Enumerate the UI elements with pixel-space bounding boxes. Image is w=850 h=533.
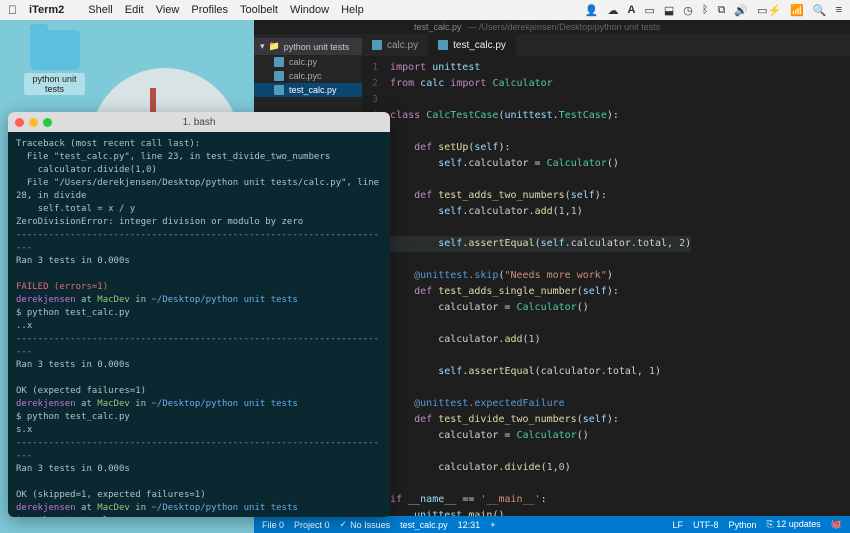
wifi-icon[interactable]: ⧉ — [718, 4, 726, 17]
file-icon — [274, 71, 284, 81]
vscode-window-title: test_calc.py — /Users/derekjensen/Deskto… — [254, 20, 850, 34]
battery-icon[interactable]: ▭⚡ — [757, 4, 781, 17]
bluetooth-icon[interactable]: ᛒ — [702, 4, 709, 16]
menubar-app-name[interactable]: iTerm2 — [29, 4, 64, 16]
status-encoding[interactable]: UTF-8 — [693, 520, 719, 530]
status-position[interactable]: 12:31 — [458, 520, 481, 530]
explorer-file[interactable]: test_calc.py — [254, 83, 362, 97]
menu-help[interactable]: Help — [341, 4, 364, 16]
terminal-titlebar[interactable]: 1. bash — [8, 112, 390, 132]
explorer-root-label: python unit tests — [284, 42, 350, 52]
volume-icon[interactable]: 🔊 — [734, 4, 748, 17]
terminal-body[interactable]: Traceback (most recent call last): File … — [8, 132, 390, 517]
explorer-file-label: calc.pyc — [289, 71, 322, 81]
apple-logo-icon[interactable]:  — [8, 3, 17, 17]
editor-tab[interactable]: calc.py — [362, 34, 428, 56]
add-icon[interactable]: + — [490, 520, 495, 530]
file-icon — [438, 40, 448, 50]
desktop-folder[interactable]: python unit tests — [24, 30, 85, 95]
status-eol[interactable]: LF — [672, 520, 683, 530]
terminal-title: 1. bash — [8, 117, 390, 128]
menu-edit[interactable]: Edit — [125, 4, 144, 16]
editor-code[interactable]: import unittestfrom calc import Calculat… — [386, 56, 691, 516]
menu-shell[interactable]: Shell — [88, 4, 112, 16]
wifi2-icon[interactable]: 📶 — [790, 4, 804, 17]
menubar-status-icons: 👤 ☁︎ A ▭ ⬓ ◷ ᛒ ⧉ 🔊 ▭⚡ 📶 🔍 ≡ — [585, 4, 842, 17]
octocat-icon[interactable]: 🐙 — [831, 519, 842, 530]
explorer-file[interactable]: calc.pyc — [254, 69, 362, 83]
explorer-file-label: calc.py — [289, 57, 317, 67]
status-project[interactable]: Project 0 — [294, 520, 330, 530]
editor-tab[interactable]: test_calc.py — [428, 34, 516, 56]
menu-window[interactable]: Window — [290, 4, 329, 16]
chevron-down-icon: ▾ — [260, 41, 265, 52]
menu-icon[interactable]: ≡ — [836, 4, 842, 16]
status-file-count[interactable]: File 0 — [262, 520, 284, 530]
status-issues[interactable]: No Issues — [350, 520, 390, 530]
window-title-path: — /Users/derekjensen/Desktop/python unit… — [468, 22, 661, 32]
check-icon: ✓ — [340, 519, 348, 530]
menu-view[interactable]: View — [156, 4, 180, 16]
explorer-root[interactable]: ▾ 📁 python unit tests — [254, 38, 362, 55]
tab-label: calc.py — [387, 40, 418, 51]
cloud-icon[interactable]: ☁︎ — [608, 4, 619, 17]
status-updates[interactable]: ⎘ 12 updates — [767, 519, 821, 530]
user-icon[interactable]: 👤 — [585, 4, 599, 17]
folder-icon: 📁 — [269, 41, 280, 52]
display-icon[interactable]: ▭ — [644, 4, 654, 17]
file-icon — [274, 57, 284, 67]
status-language[interactable]: Python — [729, 520, 757, 530]
vscode-statusbar: File 0 Project 0 ✓No Issues test_calc.py… — [254, 516, 850, 533]
folder-icon — [30, 30, 80, 70]
tab-label: test_calc.py — [453, 40, 506, 51]
desktop-folder-label: python unit tests — [24, 73, 85, 95]
vscode-tabs: calc.py test_calc.py — [362, 34, 850, 56]
window-title-file: test_calc.py — [414, 22, 462, 32]
terminal-window: 1. bash Traceback (most recent call last… — [8, 112, 390, 517]
file-icon — [372, 40, 382, 50]
search-icon[interactable]: 🔍 — [813, 4, 827, 17]
explorer-file-label: test_calc.py — [289, 85, 337, 95]
menu-profiles[interactable]: Profiles — [191, 4, 228, 16]
status-filename[interactable]: test_calc.py — [400, 520, 448, 530]
clock-icon[interactable]: ◷ — [683, 4, 693, 17]
vscode-editor[interactable]: 1234567891011121314151617181920212223242… — [362, 56, 850, 516]
macos-menubar:  iTerm2 Shell Edit View Profiles Toolbelt Wi… — [0, 0, 850, 20]
explorer-file[interactable]: calc.py — [254, 55, 362, 69]
adobe-icon[interactable]: A — [628, 4, 636, 16]
file-icon — [274, 85, 284, 95]
dropbox-icon[interactable]: ⬓ — [664, 4, 674, 17]
menu-toolbelt[interactable]: Toolbelt — [240, 4, 278, 16]
